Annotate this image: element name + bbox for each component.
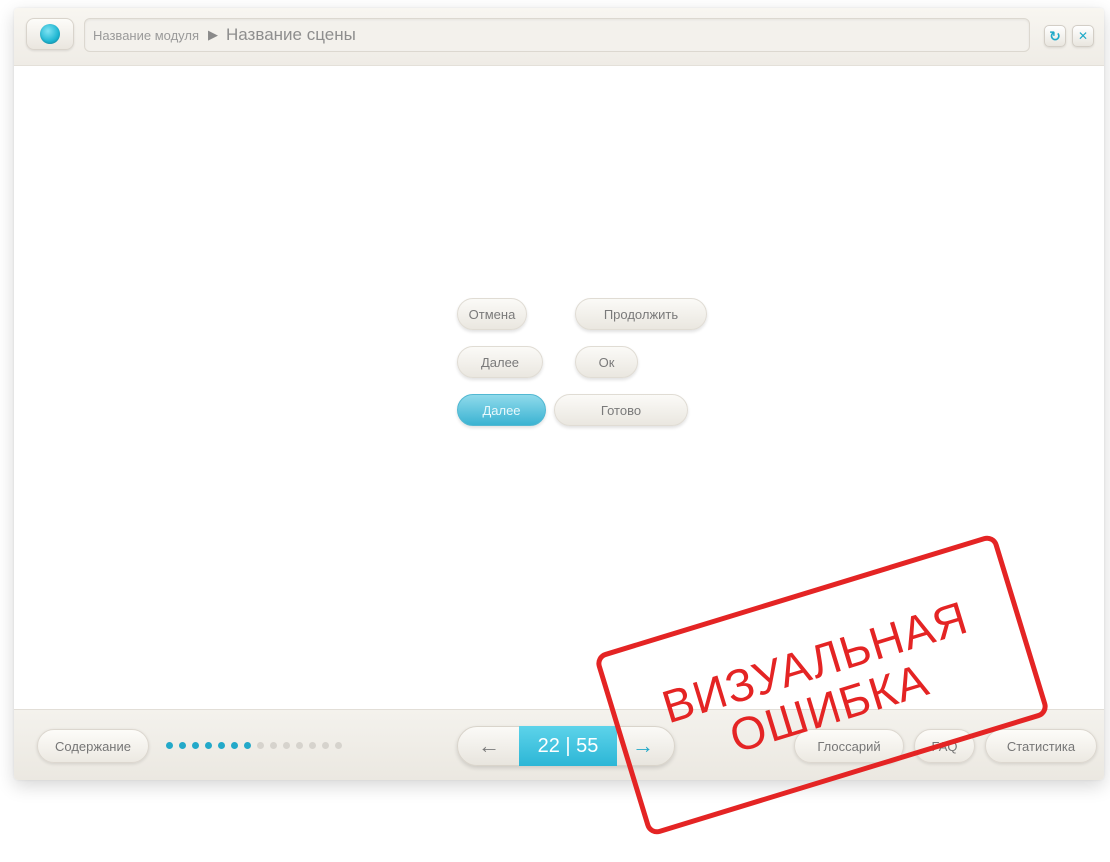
progress-dot-completed (179, 742, 186, 749)
refresh-button[interactable]: ↻ (1044, 25, 1066, 47)
footer-bar: Содержание ← 22 | 55 → Глоссарий FAQ Ста… (14, 709, 1104, 780)
progress-dots (166, 742, 342, 750)
progress-dot (270, 742, 277, 749)
progress-dot (335, 742, 342, 749)
done-button[interactable]: Готово (554, 394, 688, 426)
home-button[interactable] (26, 18, 74, 50)
prev-arrow-icon[interactable]: ← (478, 733, 500, 759)
header-bar: Название модуля ▶ Название сцены ↻ ✕ (14, 8, 1104, 66)
progress-dot-completed (231, 742, 238, 749)
breadcrumb-scene: Название сцены (226, 25, 356, 44)
progress-dot (309, 742, 316, 749)
next-button[interactable]: Далее (457, 346, 543, 378)
page-navigation: ← 22 | 55 → (457, 726, 675, 766)
progress-dot (296, 742, 303, 749)
progress-dot (257, 742, 264, 749)
statistics-button[interactable]: Статистика (985, 729, 1097, 763)
page-counter: 22 | 55 (519, 726, 617, 766)
continue-button[interactable]: Продолжить (575, 298, 707, 330)
home-dot-icon (40, 24, 60, 44)
next-button-active[interactable]: Далее (457, 394, 546, 426)
ok-button[interactable]: Ок (575, 346, 638, 378)
refresh-icon: ↻ (1049, 28, 1061, 44)
app-window: Название модуля ▶ Название сцены ↻ ✕ Отм… (14, 8, 1104, 780)
progress-dot-completed (205, 742, 212, 749)
close-button[interactable]: ✕ (1072, 25, 1094, 47)
glossary-button[interactable]: Глоссарий (794, 729, 904, 763)
next-arrow-icon[interactable]: → (632, 733, 654, 759)
progress-dot (283, 742, 290, 749)
progress-dot-completed (166, 742, 173, 749)
breadcrumb-separator-icon: ▶ (208, 27, 219, 42)
progress-dot (322, 742, 329, 749)
progress-dot-completed (244, 742, 251, 749)
breadcrumb: Название модуля ▶ Название сцены (84, 18, 1030, 52)
contents-button[interactable]: Содержание (37, 729, 149, 763)
faq-button[interactable]: FAQ (914, 729, 975, 763)
progress-dot-completed (218, 742, 225, 749)
cancel-button[interactable]: Отмена (457, 298, 527, 330)
breadcrumb-module[interactable]: Название модуля (93, 28, 199, 43)
progress-dot-completed (192, 742, 199, 749)
close-icon: ✕ (1077, 29, 1089, 43)
